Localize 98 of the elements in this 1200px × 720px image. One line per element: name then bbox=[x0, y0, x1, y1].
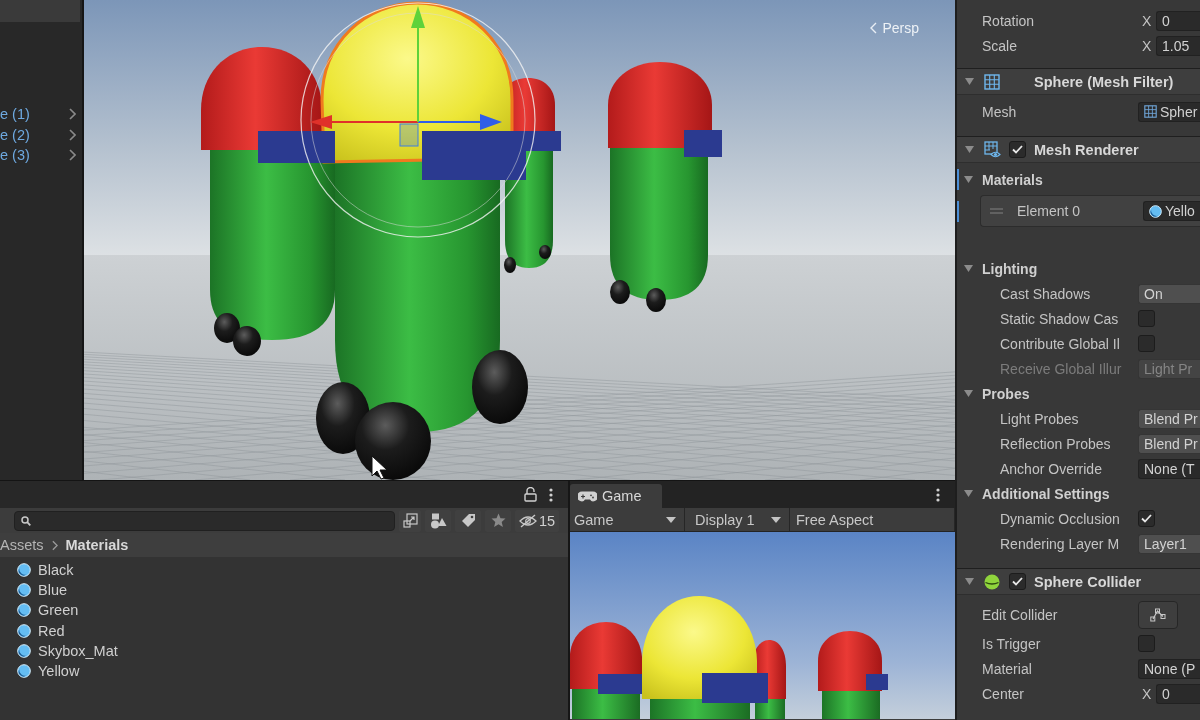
object-field[interactable]: None (T bbox=[1138, 458, 1200, 479]
field-label: Edit Collider bbox=[982, 607, 1058, 623]
caret-down-icon[interactable] bbox=[965, 578, 974, 585]
dropdown[interactable]: Blend Pr bbox=[1138, 408, 1200, 429]
chevron-right-icon bbox=[51, 539, 58, 551]
search-icon bbox=[21, 515, 31, 526]
label-filter-button[interactable] bbox=[455, 509, 481, 532]
asset-item[interactable]: Green bbox=[0, 600, 568, 621]
vertex-path-icon bbox=[1150, 608, 1166, 622]
asset-item[interactable]: Red bbox=[0, 620, 568, 641]
field-label: Contribute Global Il bbox=[1000, 335, 1120, 352]
more-options-icon[interactable] bbox=[549, 487, 553, 502]
checkbox[interactable] bbox=[1138, 510, 1155, 527]
section-foldout[interactable]: Additional Settings bbox=[964, 485, 1110, 502]
type-filter-button[interactable] bbox=[425, 509, 451, 532]
breadcrumb-link[interactable]: Assets bbox=[0, 537, 44, 553]
chevron-right-icon bbox=[69, 128, 76, 141]
chevron-right-icon bbox=[69, 108, 76, 121]
caret-down-icon bbox=[666, 516, 676, 523]
number-field[interactable]: 0 bbox=[1156, 683, 1200, 704]
grid-mesh-icon bbox=[984, 73, 1000, 90]
favorites-button[interactable] bbox=[485, 509, 511, 532]
checkmark-icon bbox=[1012, 577, 1023, 586]
panel-tab[interactable]: Game bbox=[570, 484, 662, 508]
drag-handle-icon[interactable] bbox=[990, 208, 1003, 214]
search-field[interactable] bbox=[14, 510, 395, 531]
tag-icon bbox=[460, 513, 476, 528]
section-foldout[interactable]: Materials bbox=[964, 171, 1043, 188]
field-label: Light Probes bbox=[1000, 410, 1079, 427]
more-options-icon[interactable] bbox=[936, 487, 940, 502]
checkmark-icon bbox=[1012, 145, 1023, 154]
field-label: Dynamic Occlusion bbox=[1000, 510, 1120, 527]
section-foldout[interactable]: Lighting bbox=[964, 260, 1038, 277]
sphere-icon bbox=[984, 573, 1000, 590]
checkmark-icon bbox=[1141, 514, 1152, 523]
edit-collider-button[interactable] bbox=[1138, 601, 1178, 629]
hierarchy-item[interactable]: e (1) bbox=[0, 104, 82, 125]
material-sphere-icon bbox=[17, 603, 31, 618]
hidden-items-toggle[interactable]: 15 bbox=[515, 509, 559, 532]
asset-item[interactable]: Skybox_Mat bbox=[0, 640, 568, 661]
component-title: Mesh Renderer bbox=[1034, 141, 1139, 158]
section-foldout[interactable]: Probes bbox=[964, 385, 1030, 402]
field-label: Reflection Probes bbox=[1000, 435, 1111, 452]
chevron-left-icon bbox=[870, 22, 878, 34]
axis-label: X bbox=[1142, 12, 1152, 29]
component-title: Sphere (Mesh Filter) bbox=[1034, 73, 1174, 90]
asset-item[interactable]: Blue bbox=[0, 580, 568, 601]
material-sphere-icon bbox=[17, 563, 31, 578]
star-icon bbox=[490, 513, 506, 528]
caret-down-icon[interactable] bbox=[965, 78, 974, 85]
field-label: Receive Global Illur bbox=[1000, 360, 1122, 377]
hierarchy-item[interactable]: e (3) bbox=[0, 145, 82, 166]
field-label: Static Shadow Cas bbox=[1000, 310, 1119, 327]
open-search-button[interactable] bbox=[399, 509, 421, 532]
field-label: Center bbox=[982, 685, 1025, 702]
caret-down-icon bbox=[771, 516, 781, 523]
material-sphere-icon bbox=[17, 583, 31, 598]
number-field[interactable]: 1.05 bbox=[1156, 35, 1200, 56]
checkbox[interactable] bbox=[1009, 141, 1026, 158]
breadcrumb-link[interactable]: Materials bbox=[65, 537, 129, 553]
number-field[interactable]: 0 bbox=[1156, 10, 1200, 31]
material-sphere-icon bbox=[17, 664, 31, 679]
grid-mesh-icon bbox=[1144, 105, 1157, 118]
field-label: Element 0 bbox=[1017, 203, 1081, 219]
checkbox[interactable] bbox=[1138, 635, 1155, 652]
material-sphere-icon bbox=[17, 623, 31, 638]
chevron-right-icon bbox=[69, 149, 76, 162]
field-label: Is Trigger bbox=[982, 635, 1041, 652]
field-label: Rotation bbox=[982, 12, 1035, 29]
field-label: Rendering Layer M bbox=[1000, 535, 1120, 552]
dropdown[interactable]: Layer1 bbox=[1138, 533, 1200, 554]
gamepad-icon bbox=[578, 490, 597, 502]
material-sphere-icon bbox=[17, 643, 31, 658]
lock-icon[interactable] bbox=[524, 487, 537, 502]
field-label: Mesh bbox=[982, 103, 1017, 120]
checkbox[interactable] bbox=[1138, 335, 1155, 352]
axis-label: X bbox=[1142, 37, 1152, 54]
object-field[interactable]: Spher bbox=[1138, 101, 1200, 122]
axis-label: X bbox=[1142, 685, 1152, 702]
object-field[interactable]: Yello bbox=[1143, 201, 1200, 221]
field-label: Scale bbox=[982, 37, 1018, 54]
field-label: Material bbox=[982, 660, 1032, 677]
object-field[interactable]: None (P bbox=[1138, 658, 1200, 679]
hierarchy-item[interactable]: e (2) bbox=[0, 124, 82, 145]
asset-item[interactable]: Yellow bbox=[0, 660, 568, 682]
eye-slash-icon bbox=[518, 513, 537, 528]
checkbox[interactable] bbox=[1009, 573, 1026, 590]
field-label: Anchor Override bbox=[1000, 460, 1102, 477]
grid-eye-icon bbox=[984, 141, 1001, 158]
shapes-icon bbox=[429, 512, 447, 529]
field-label: Cast Shadows bbox=[1000, 285, 1091, 302]
checkbox[interactable] bbox=[1138, 310, 1155, 327]
component-title: Sphere Collider bbox=[1034, 573, 1142, 590]
dropdown[interactable]: On bbox=[1138, 283, 1200, 304]
caret-down-icon[interactable] bbox=[965, 146, 974, 153]
dropdown[interactable]: Blend Pr bbox=[1138, 433, 1200, 454]
material-sphere-icon bbox=[1149, 204, 1162, 218]
asset-item[interactable]: Black bbox=[0, 560, 568, 581]
